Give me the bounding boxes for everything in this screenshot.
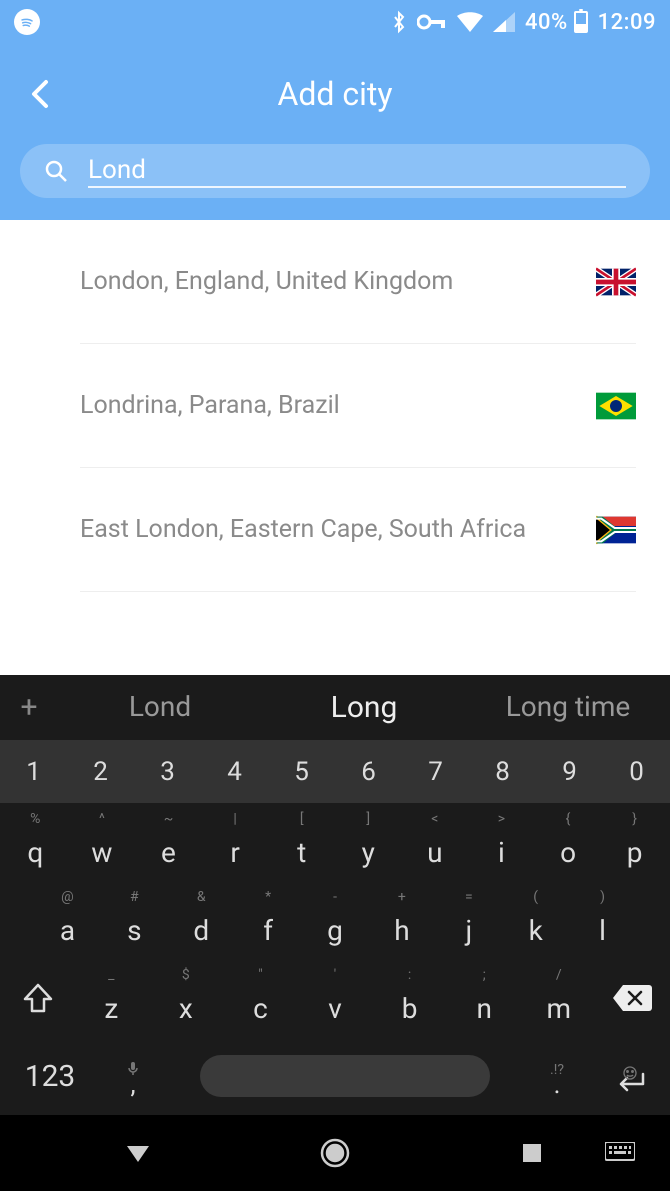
key-row-1: %q^w~e|r[t]y<u>i{o}p	[0, 803, 670, 881]
flag-icon	[596, 392, 636, 420]
num-key-2[interactable]: 2	[67, 741, 134, 803]
key-m[interactable]: /m	[521, 959, 596, 1037]
key-q[interactable]: %q	[2, 803, 69, 881]
mic-icon	[127, 1062, 139, 1080]
key-f[interactable]: *f	[235, 881, 302, 959]
key-p[interactable]: }p	[601, 803, 668, 881]
key-u[interactable]: <u	[402, 803, 469, 881]
key-y[interactable]: ]y	[335, 803, 402, 881]
key-l[interactable]: )l	[569, 881, 636, 959]
battery-percent: 40%	[525, 10, 568, 35]
backspace-key[interactable]	[596, 959, 668, 1037]
key-r[interactable]: |r	[202, 803, 269, 881]
search-input[interactable]	[88, 155, 626, 188]
header: Add city	[0, 44, 670, 220]
result-label: Londrina, Parana, Brazil	[80, 391, 340, 420]
key-j[interactable]: =j	[435, 881, 502, 959]
key-c[interactable]: "c	[223, 959, 298, 1037]
vpn-key-icon	[417, 14, 447, 30]
result-label: London, England, United Kingdom	[80, 267, 453, 296]
key-w[interactable]: ^w	[69, 803, 136, 881]
suggestion-item[interactable]: Long time	[466, 690, 670, 725]
page-title: Add city	[20, 75, 650, 113]
key-s[interactable]: #s	[101, 881, 168, 959]
key-z[interactable]: _z	[74, 959, 149, 1037]
emoji-icon	[623, 1066, 637, 1084]
key-v[interactable]: 'v	[298, 959, 373, 1037]
key-i[interactable]: >i	[468, 803, 535, 881]
nav-home-button[interactable]	[315, 1133, 355, 1173]
result-item[interactable]: Londrina, Parana, Brazil	[80, 344, 636, 468]
key-row-2: @a#s&d*f-g+h=j(k)l	[0, 881, 670, 959]
results-list: London, England, United Kingdom Londrina,…	[0, 220, 670, 675]
num-key-5[interactable]: 5	[268, 741, 335, 803]
num-key-0[interactable]: 0	[603, 741, 670, 803]
nav-back-button[interactable]	[118, 1133, 158, 1173]
comma-key[interactable]: ,	[100, 1052, 166, 1100]
key-g[interactable]: -g	[302, 881, 369, 959]
flag-icon	[596, 516, 636, 544]
key-o[interactable]: {o	[535, 803, 602, 881]
suggestion-item[interactable]: Lond	[58, 690, 262, 725]
status-bar: 40% 12:09	[0, 0, 670, 44]
key-d[interactable]: &d	[168, 881, 235, 959]
suggestion-add-button[interactable]: +	[0, 690, 58, 725]
key-h[interactable]: +h	[368, 881, 435, 959]
num-key-1[interactable]: 1	[0, 741, 67, 803]
search-field-wrap[interactable]	[20, 144, 650, 198]
signal-icon	[493, 12, 515, 32]
result-item[interactable]: East London, Eastern Cape, South Africa	[80, 468, 636, 592]
nav-keyboard-button[interactable]	[600, 1133, 640, 1173]
num-key-4[interactable]: 4	[201, 741, 268, 803]
android-nav-bar	[0, 1115, 670, 1191]
enter-key[interactable]	[590, 1056, 670, 1096]
suggestion-item[interactable]: Long	[262, 690, 466, 725]
search-icon	[44, 159, 68, 183]
soft-keyboard: + LondLongLong time 1234567890 %q^w~e|r[…	[0, 675, 670, 1115]
wifi-icon	[457, 12, 483, 32]
key-row-3: _z$x"c'v:b;n/m	[0, 959, 670, 1037]
key-e[interactable]: ~e	[135, 803, 202, 881]
period-key[interactable]: .!? .	[524, 1052, 590, 1100]
num-key-6[interactable]: 6	[335, 741, 402, 803]
key-b[interactable]: :b	[372, 959, 447, 1037]
symbols-key[interactable]: 123	[0, 1059, 100, 1094]
shift-key[interactable]	[2, 959, 74, 1037]
battery-icon	[574, 11, 588, 33]
key-n[interactable]: ;n	[447, 959, 522, 1037]
num-key-8[interactable]: 8	[469, 741, 536, 803]
flag-icon	[596, 268, 636, 296]
space-key[interactable]	[166, 1055, 524, 1097]
spotify-icon	[14, 9, 40, 35]
result-label: East London, Eastern Cape, South Africa	[80, 515, 526, 544]
key-t[interactable]: [t	[268, 803, 335, 881]
key-x[interactable]: $x	[149, 959, 224, 1037]
result-item[interactable]: London, England, United Kingdom	[80, 220, 636, 344]
key-k[interactable]: (k	[502, 881, 569, 959]
back-button[interactable]	[20, 74, 60, 114]
num-key-9[interactable]: 9	[536, 741, 603, 803]
num-key-3[interactable]: 3	[134, 741, 201, 803]
key-a[interactable]: @a	[34, 881, 101, 959]
clock-time: 12:09	[598, 10, 656, 35]
bluetooth-icon	[391, 10, 407, 34]
nav-recent-button[interactable]	[512, 1133, 552, 1173]
num-key-7[interactable]: 7	[402, 741, 469, 803]
number-row: 1234567890	[0, 741, 670, 803]
